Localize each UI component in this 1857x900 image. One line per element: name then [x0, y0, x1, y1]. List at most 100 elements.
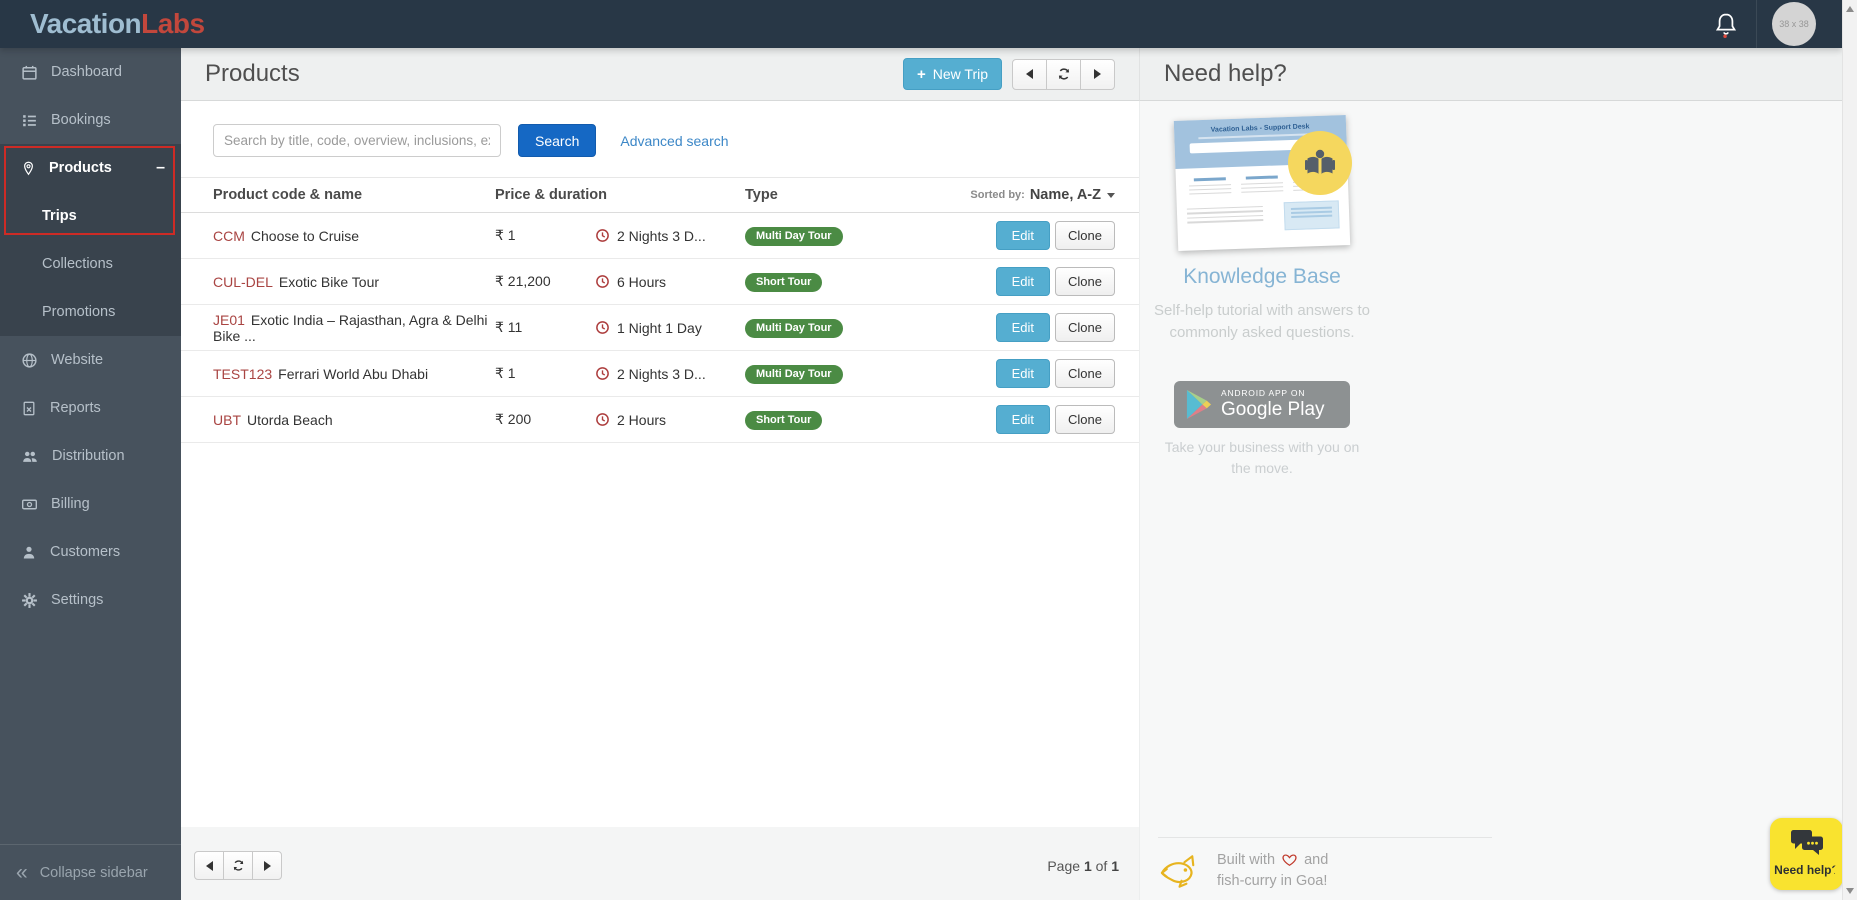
sidebar-item-website[interactable]: Website — [0, 336, 181, 384]
search-input[interactable] — [213, 124, 501, 157]
sidebar-subitem-label: Collections — [42, 256, 113, 272]
sort-dropdown[interactable]: Sorted by: Name, A-Z — [925, 187, 1115, 203]
search-row: Search Advanced search — [181, 101, 1139, 164]
clone-button[interactable]: Clone — [1055, 267, 1115, 296]
page-current: 1 — [1084, 858, 1092, 874]
clock-icon — [595, 274, 610, 289]
next-icon — [1094, 69, 1101, 79]
product-price: ₹ 200 — [495, 411, 595, 428]
sidebar-products-group: Products – Trips Collections Promotions — [0, 144, 181, 336]
knowledge-base-description: Self-help tutorial with answers to commo… — [1140, 300, 1384, 344]
google-play-badge[interactable]: ANDROID APP ON Google Play — [1174, 381, 1350, 428]
products-panel: Search Advanced search Product code & na… — [181, 101, 1139, 827]
product-code: JE01 — [213, 312, 245, 328]
sidebar-subitem-promotions[interactable]: Promotions — [0, 288, 181, 336]
sidebar-item-label: Settings — [51, 592, 103, 608]
knowledge-base-badge — [1288, 131, 1352, 195]
sidebar-item-distribution[interactable]: Distribution — [0, 432, 181, 480]
product-duration: 2 Nights 3 D... — [617, 366, 706, 382]
map-pin-icon — [21, 160, 36, 177]
collapse-sidebar-button[interactable]: « Collapse sidebar — [0, 844, 181, 900]
sidebar-item-reports[interactable]: Reports — [0, 384, 181, 432]
notification-dot — [1723, 34, 1727, 38]
sidebar-item-customers[interactable]: Customers — [0, 528, 181, 576]
help-footer: Built with and fish-curry in Goa! — [1158, 837, 1492, 895]
sidebar-subitem-label: Promotions — [42, 304, 115, 320]
fish-icon — [1158, 852, 1205, 890]
scroll-up-icon[interactable] — [1846, 6, 1854, 12]
edit-button[interactable]: Edit — [996, 359, 1050, 388]
collapse-section-icon[interactable]: – — [156, 159, 165, 177]
product-type-badge: Multi Day Tour — [745, 227, 843, 246]
reader-book-icon — [1303, 148, 1337, 178]
sidebar-item-label: Bookings — [51, 112, 111, 128]
product-duration: 2 Nights 3 D... — [617, 228, 706, 244]
help-panel-title: Need help? — [1164, 60, 1287, 88]
prev-page-button[interactable] — [1012, 59, 1047, 90]
search-button[interactable]: Search — [518, 124, 596, 157]
refresh-button[interactable] — [1046, 59, 1081, 90]
product-code: CUL-DEL — [213, 274, 273, 290]
scroll-down-icon[interactable] — [1846, 888, 1854, 894]
edit-button[interactable]: Edit — [996, 221, 1050, 250]
table-row: JE01Exotic India – Rajasthan, Agra & Del… — [181, 305, 1139, 351]
clone-button[interactable]: Clone — [1055, 313, 1115, 342]
user-avatar[interactable]: 38 x 38 — [1772, 2, 1816, 46]
globe-icon — [21, 352, 38, 369]
sidebar: Dashboard Bookings Products – Trips Coll… — [0, 48, 181, 900]
sidebar-subitem-trips[interactable]: Trips — [0, 192, 181, 240]
sidebar-item-label: Dashboard — [51, 64, 122, 80]
brand-logo[interactable]: VacationLabs — [30, 0, 205, 48]
product-name: Ferrari World Abu Dhabi — [278, 366, 428, 382]
calendar-icon — [21, 64, 38, 81]
page-scrollbar[interactable] — [1842, 0, 1857, 900]
user-icon — [21, 544, 37, 561]
page-of-word: of — [1096, 858, 1108, 874]
sidebar-item-label: Billing — [51, 496, 90, 512]
edit-button[interactable]: Edit — [996, 267, 1050, 296]
new-trip-button[interactable]: + New Trip — [903, 58, 1002, 90]
table-row: CCMChoose to Cruise ₹ 1 2 Nights 3 D... … — [181, 213, 1139, 259]
edit-button[interactable]: Edit — [996, 313, 1050, 342]
clock-icon — [595, 366, 610, 381]
sidebar-item-billing[interactable]: Billing — [0, 480, 181, 528]
clone-button[interactable]: Clone — [1055, 359, 1115, 388]
google-play-caption: Take your business with you on the move. — [1140, 437, 1384, 479]
chat-help-widget[interactable]: Need help? — [1770, 818, 1843, 890]
topbar-divider — [1756, 0, 1757, 48]
notifications-button[interactable] — [1712, 10, 1740, 40]
play-badge-line1: ANDROID APP ON — [1221, 388, 1325, 398]
advanced-search-link[interactable]: Advanced search — [620, 133, 728, 149]
page-total: 1 — [1111, 858, 1119, 874]
sidebar-subitem-label: Trips — [42, 208, 77, 224]
sidebar-item-settings[interactable]: Settings — [0, 576, 181, 624]
chat-widget-label: Need help? — [1770, 863, 1843, 877]
sorted-by-value: Name, A-Z — [1030, 187, 1101, 203]
sidebar-item-label: Customers — [50, 544, 120, 560]
sidebar-item-products[interactable]: Products – — [0, 144, 181, 192]
help-panel: Vacation Labs - Support Desk — [1139, 101, 1842, 900]
brand-part-1: Vacation — [30, 8, 141, 39]
sidebar-item-label: Distribution — [52, 448, 125, 464]
help-header-bar: Need help? — [1139, 48, 1842, 101]
new-trip-label: New Trip — [933, 66, 988, 82]
product-type-badge: Short Tour — [745, 273, 822, 292]
gear-icon — [21, 592, 38, 609]
bell-icon — [1712, 10, 1740, 40]
built-with-text: Built with and fish-curry in Goa! — [1217, 850, 1328, 892]
heart-icon — [1281, 852, 1298, 867]
knowledge-base-link[interactable]: Knowledge Base — [1183, 265, 1341, 289]
clock-icon — [595, 412, 610, 427]
clock-icon — [595, 320, 610, 335]
sidebar-subitem-collections[interactable]: Collections — [0, 240, 181, 288]
clone-button[interactable]: Clone — [1055, 221, 1115, 250]
next-page-button[interactable] — [1080, 59, 1115, 90]
sidebar-item-bookings[interactable]: Bookings — [0, 96, 181, 144]
edit-button[interactable]: Edit — [996, 405, 1050, 434]
sidebar-item-label: Website — [51, 352, 103, 368]
built-with-part2: and — [1304, 852, 1328, 868]
clone-button[interactable]: Clone — [1055, 405, 1115, 434]
built-with-line2: fish-curry in Goa! — [1217, 873, 1327, 889]
sidebar-item-dashboard[interactable]: Dashboard — [0, 48, 181, 96]
clock-icon — [595, 228, 610, 243]
